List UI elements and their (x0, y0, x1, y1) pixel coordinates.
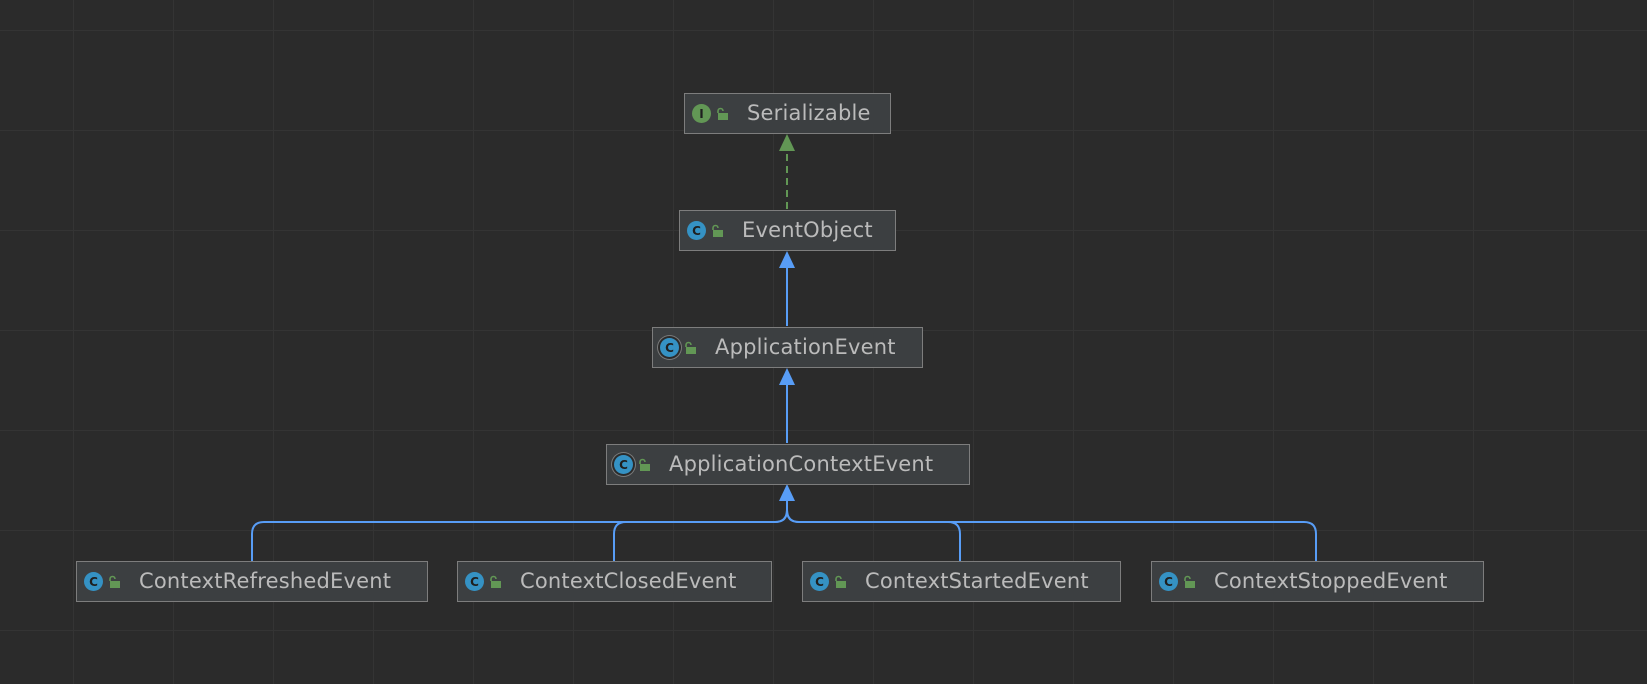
unlocked-icon (639, 458, 650, 471)
unlocked-icon (109, 575, 120, 588)
diagram-canvas[interactable]: I Serializable C EventObject C Applicati… (0, 0, 1647, 684)
abstract-class-icon: C (614, 455, 633, 474)
node-name: EventObject (742, 218, 873, 242)
node-applicationevent[interactable]: C ApplicationEvent (652, 327, 923, 368)
extends-arrowhead (779, 368, 795, 385)
unlocked-icon (1184, 575, 1195, 588)
node-serializable[interactable]: I Serializable (684, 93, 891, 134)
interface-icon: I (692, 104, 711, 123)
node-name: Serializable (747, 101, 871, 125)
edge-eventobject-implements-serializable (779, 134, 795, 209)
class-icon: C (687, 221, 706, 240)
node-contextstoppedevent[interactable]: C ContextStoppedEvent (1151, 561, 1484, 602)
edge-contextclosedevent (613, 509, 788, 561)
class-icon: C (810, 572, 829, 591)
unlocked-icon (835, 575, 846, 588)
node-name: ApplicationContextEvent (669, 452, 934, 476)
node-contextstartedevent[interactable]: C ContextStartedEvent (802, 561, 1121, 602)
abstract-class-icon: C (660, 338, 679, 357)
class-icon: C (1159, 572, 1178, 591)
node-name: ContextRefreshedEvent (139, 569, 392, 593)
node-name: ContextStoppedEvent (1214, 569, 1448, 593)
edge-applicationcontextevent-extends-applicationevent (779, 368, 795, 443)
extends-arrowhead (779, 251, 795, 268)
node-eventobject[interactable]: C EventObject (679, 210, 896, 251)
node-contextclosedevent[interactable]: C ContextClosedEvent (457, 561, 772, 602)
class-icon: C (465, 572, 484, 591)
edge-contextrefreshedevent (251, 498, 788, 561)
unlocked-icon (712, 224, 723, 237)
node-name: ContextClosedEvent (520, 569, 737, 593)
node-name: ApplicationEvent (715, 335, 896, 359)
extends-arrowhead (779, 484, 795, 501)
edge-contextstoppedevent (786, 509, 1317, 561)
edge-contextstartedevent (786, 509, 961, 561)
unlocked-icon (685, 341, 696, 354)
node-name: ContextStartedEvent (865, 569, 1089, 593)
edge-children-extend-applicationcontextevent (251, 498, 1317, 561)
class-icon: C (84, 572, 103, 591)
node-applicationcontextevent[interactable]: C ApplicationContextEvent (606, 444, 970, 485)
unlocked-icon (717, 107, 728, 120)
node-contextrefreshedevent[interactable]: C ContextRefreshedEvent (76, 561, 428, 602)
implements-arrowhead (779, 134, 795, 151)
unlocked-icon (490, 575, 501, 588)
edge-applicationevent-extends-eventobject (779, 251, 795, 326)
